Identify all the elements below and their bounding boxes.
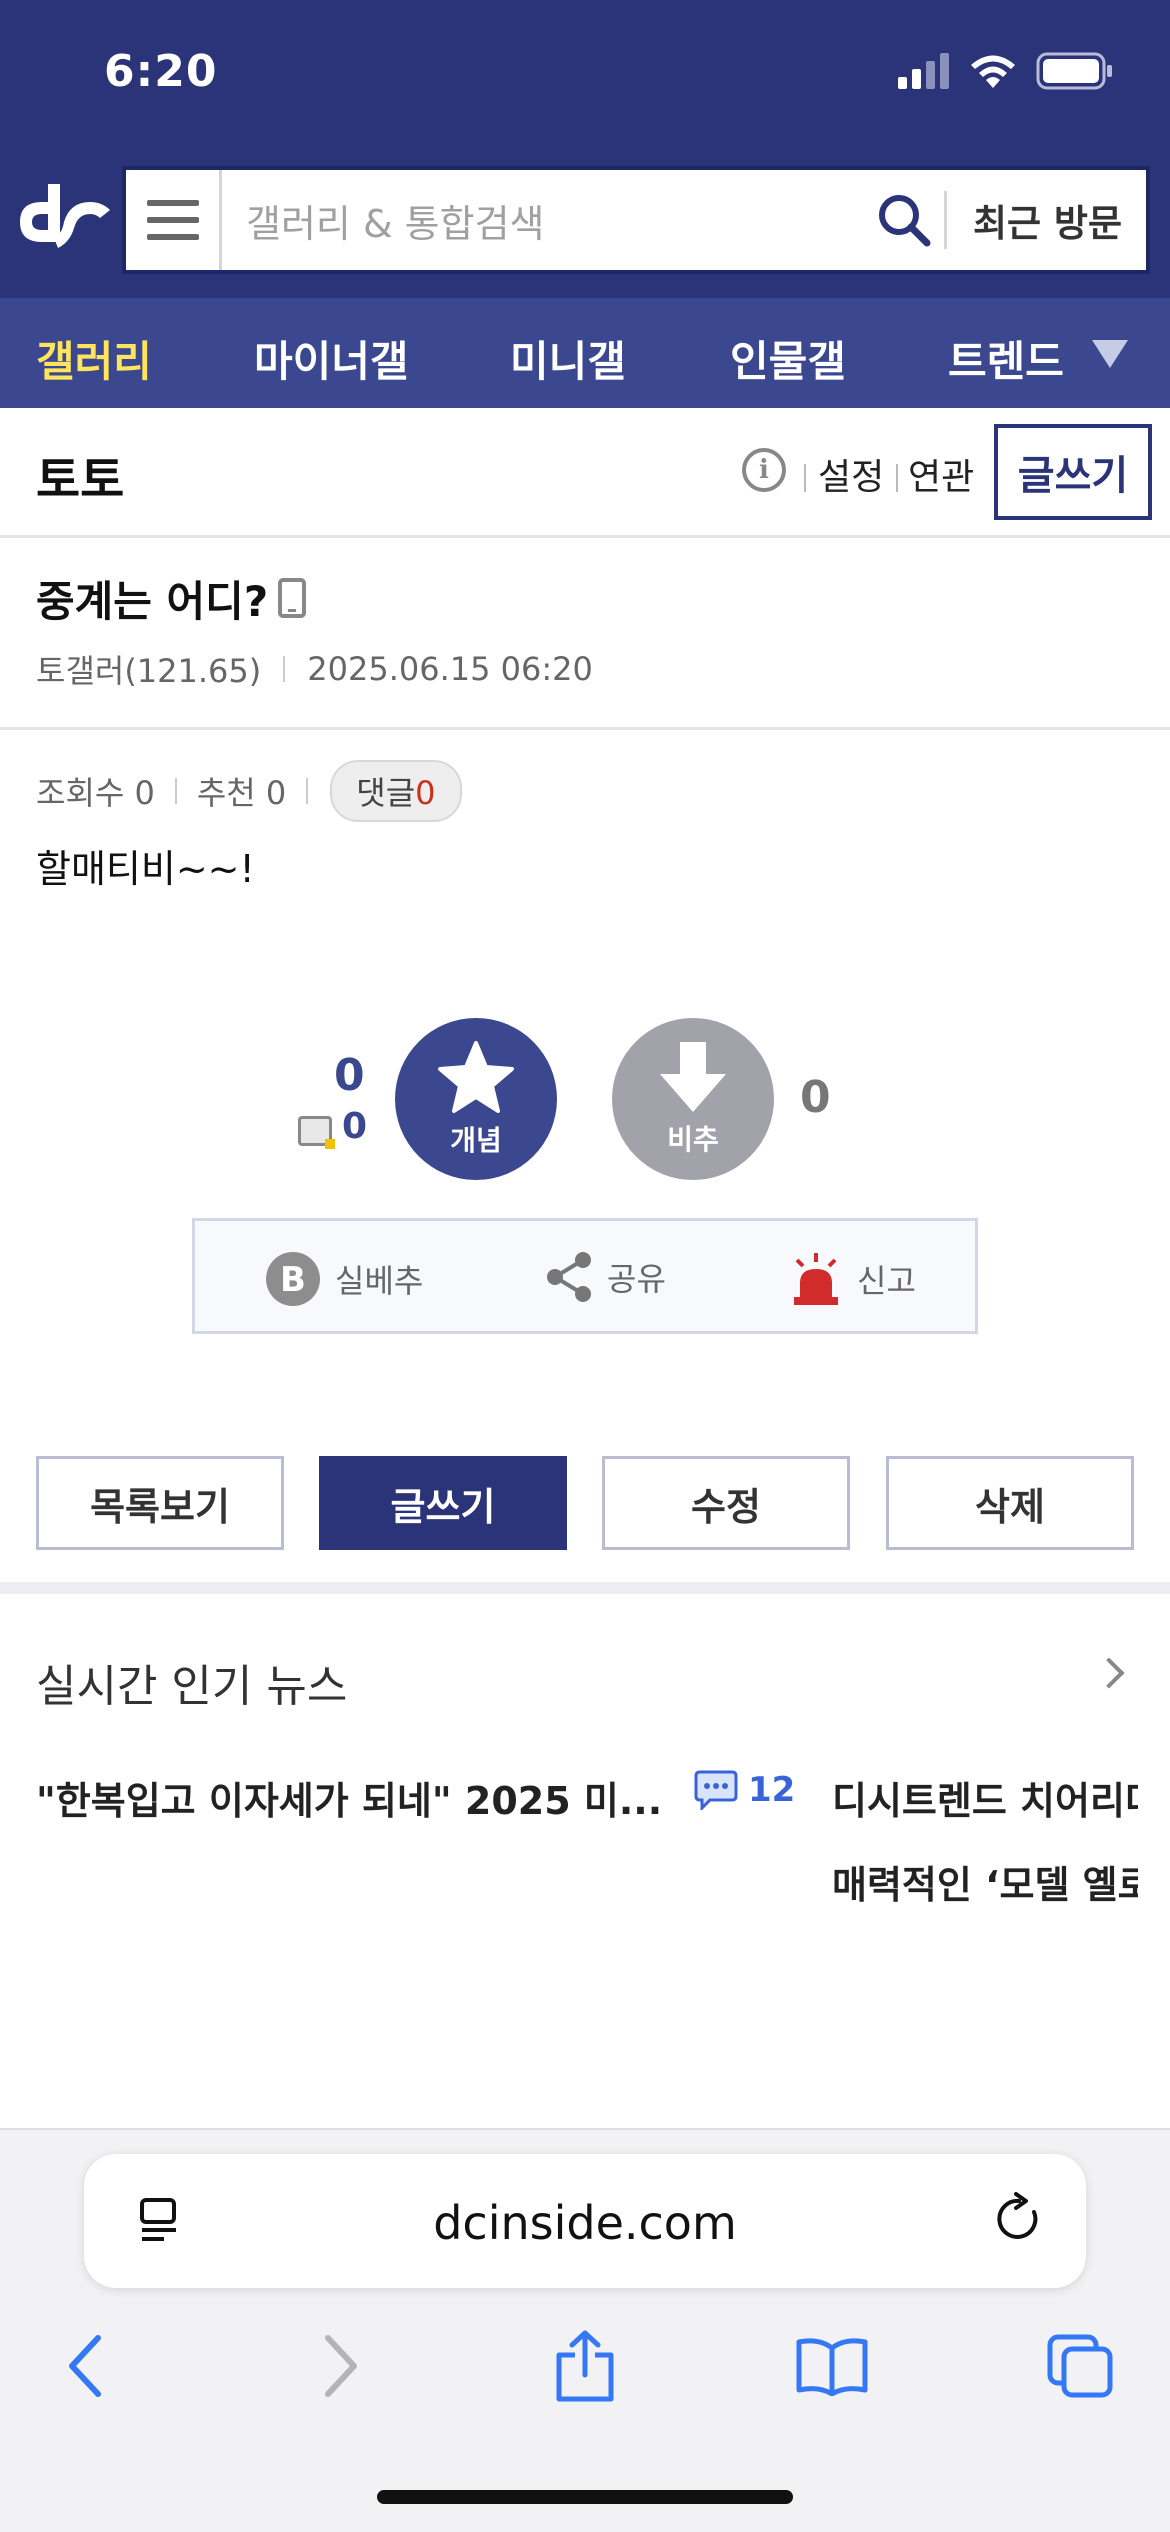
nav-item-trend[interactable]: 트렌드 [948, 328, 1064, 389]
recommend-count: 추천 0 [196, 774, 287, 812]
arrow-down-icon [660, 1042, 726, 1112]
post-body: 할매티비~~! [36, 847, 255, 891]
nav-expand-icon[interactable] [1092, 340, 1128, 368]
book-icon [796, 2338, 868, 2396]
divider [283, 656, 286, 682]
post-meta: 토갤러(121.65) 2025.06.15 06:20 [36, 646, 593, 692]
tabs-button[interactable] [1040, 2326, 1120, 2406]
news-item[interactable]: "한복입고 이자세가 되네" 2025 미... [36, 1770, 662, 1825]
share-label: 공유 [607, 1260, 666, 1298]
write-button-top[interactable]: 글쓰기 [994, 424, 1152, 520]
report-label: 신고 [857, 1262, 916, 1300]
best-b-icon: B [266, 1252, 320, 1306]
post-actions: B 실베추 공유 신고 [192, 1218, 978, 1334]
divider [896, 464, 898, 492]
downvote-label: 비추 [667, 1123, 719, 1156]
battery-icon [1036, 52, 1112, 90]
comment-badge[interactable]: 댓글0 [330, 760, 462, 822]
nav-item-person[interactable]: 인물갤 [730, 328, 846, 389]
nav-item-mini[interactable]: 미니갤 [510, 328, 626, 389]
settings-link[interactable]: 설정 [818, 448, 884, 500]
divider [306, 778, 309, 804]
edit-button[interactable]: 수정 [602, 1456, 850, 1550]
address-bar[interactable]: dcinside.com [84, 2154, 1086, 2288]
post-title: 중계는 어디? [36, 577, 269, 626]
post-datetime: 2025.06.15 06:20 [307, 650, 593, 688]
write-button[interactable]: 글쓰기 [319, 1456, 567, 1550]
wifi-icon [971, 55, 1015, 88]
downvote-button[interactable]: 비추 [612, 1018, 774, 1180]
best-recommend-button[interactable]: B 실베추 [265, 1251, 423, 1307]
delete-button[interactable]: 삭제 [886, 1456, 1134, 1550]
divider [174, 778, 177, 804]
search-button[interactable] [864, 193, 944, 247]
divider [804, 464, 806, 492]
news-comment-number: 12 [748, 1770, 796, 1810]
back-button[interactable] [46, 2326, 126, 2406]
recent-visit-button[interactable]: 최근 방문 [943, 191, 1146, 249]
chevron-left-icon [69, 2335, 101, 2397]
fixed-user-icon [298, 1116, 335, 1149]
related-link[interactable]: 연관 [908, 448, 974, 500]
bookmarks-button[interactable] [792, 2326, 872, 2406]
comment-bubble-icon [694, 1770, 738, 1810]
search-bar[interactable]: 갤러리 & 통합검색 최근 방문 [122, 166, 1150, 274]
post-stats: 조회수 0 추천 0 댓글0 [36, 760, 462, 822]
gallery-bar: 토토 i 설정 연관 글쓰기 [0, 408, 1170, 538]
list-button[interactable]: 목록보기 [36, 1456, 284, 1550]
dc-logo[interactable] [14, 176, 114, 256]
tabs-icon [1047, 2334, 1113, 2398]
status-icons [898, 52, 1114, 90]
best-recommend-label: 실베추 [335, 1262, 424, 1300]
report-button[interactable]: 신고 [789, 1251, 916, 1307]
reload-icon[interactable] [992, 2192, 1046, 2246]
post-header: 중계는 어디? 토갤러(121.65) 2025.06.15 06:20 [0, 538, 1170, 730]
news-section-title: 실시간 인기 뉴스 [36, 1661, 348, 1712]
news-comment-count: 12 [694, 1770, 795, 1810]
url-text[interactable]: dcinside.com [84, 2196, 1086, 2250]
main-nav: 갤러리 마이너갤 미니갤 인물갤 트렌드 [0, 298, 1170, 408]
nav-item-gallery[interactable]: 갤러리 [36, 328, 152, 389]
star-icon [438, 1041, 514, 1113]
comment-label: 댓글 [356, 774, 416, 812]
upvote-fixed-count: 0 [342, 1106, 368, 1147]
status-time: 6:20 [104, 46, 218, 97]
search-icon [878, 195, 931, 247]
forward-button[interactable] [300, 2326, 380, 2406]
svg-text:B: B [280, 1260, 306, 1300]
downvote-count: 0 [800, 1072, 831, 1123]
view-count: 조회수 0 [36, 774, 155, 812]
share-browser-button[interactable] [545, 2326, 625, 2406]
siren-icon [794, 1253, 838, 1305]
news-item[interactable]: 매력적인 ‘모델 옐로 [832, 1854, 1138, 1909]
share-button[interactable]: 공유 [545, 1251, 666, 1303]
share-up-icon [556, 2330, 614, 2402]
news-item[interactable]: 디시트렌드 치어리더 [832, 1770, 1138, 1825]
mobile-icon [278, 578, 306, 618]
news-carousel: 디시트렌드 치어리더 매력적인 ‘모델 옐로 [832, 1760, 1138, 1920]
chevron-right-icon [325, 2335, 357, 2397]
signal-icon [898, 53, 949, 89]
upvote-count: 0 [334, 1050, 365, 1101]
menu-icon[interactable] [126, 170, 222, 270]
section-divider [0, 1582, 1170, 1594]
browser-toolbar: dcinside.com [0, 2128, 1170, 2532]
search-input[interactable]: 갤러리 & 통합검색 [222, 193, 864, 248]
comment-count: 0 [415, 774, 436, 812]
home-indicator [377, 2490, 793, 2504]
chevron-right-icon[interactable] [1093, 1657, 1125, 1689]
upvote-button[interactable]: 개념 [395, 1018, 557, 1180]
share-icon [547, 1252, 591, 1302]
gallery-title[interactable]: 토토 [36, 440, 124, 510]
post-author[interactable]: 토갤러(121.65) [36, 646, 261, 692]
nav-item-minor[interactable]: 마이너갤 [254, 328, 409, 389]
upvote-label: 개념 [450, 1124, 502, 1157]
info-icon[interactable]: i [742, 448, 786, 492]
